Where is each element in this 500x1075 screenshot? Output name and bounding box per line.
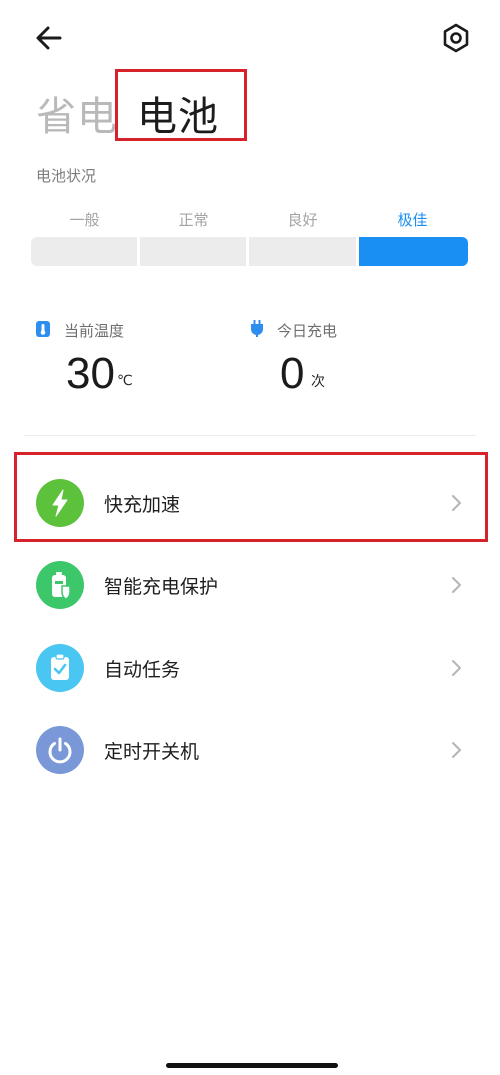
back-arrow-icon [36, 26, 62, 50]
battery-level-segment [249, 237, 356, 266]
temperature-label: 当前温度 [64, 322, 125, 340]
battery-status-label: 电池状况 [36, 167, 97, 185]
battery-level-label: 良好 [287, 211, 318, 229]
settings-button[interactable] [436, 18, 476, 58]
chevron-right-icon [452, 577, 461, 593]
power-icon [36, 726, 84, 774]
temperature-unit: ℃ [117, 373, 133, 389]
home-indicator[interactable] [166, 1063, 338, 1068]
gear-icon [443, 23, 469, 53]
battery-level-label: 正常 [178, 211, 209, 229]
list-item-smart-charge-protection[interactable]: 智能充电保护 [14, 546, 486, 624]
battery-level-label: 一般 [69, 211, 100, 229]
battery-level-segment [31, 237, 137, 266]
list-item-auto-tasks[interactable]: 自动任务 [14, 629, 486, 707]
battery-level-segment-active [359, 237, 468, 266]
list-item-scheduled-power[interactable]: 定时开关机 [14, 711, 486, 789]
clipboard-check-icon [36, 644, 84, 692]
list-item-label: 智能充电保护 [104, 576, 219, 598]
list-item-label: 自动任务 [104, 659, 181, 681]
charges-today-label: 今日充电 [277, 322, 338, 340]
temperature-value: 30 [66, 349, 115, 398]
plug-icon [250, 320, 264, 337]
highlight-box-battery-tab [115, 69, 247, 141]
list-item-label: 定时开关机 [104, 741, 200, 763]
battery-shield-icon [36, 561, 84, 609]
charges-today-value: 0 [280, 349, 305, 398]
section-divider [24, 435, 476, 436]
chevron-right-icon [452, 742, 461, 758]
battery-level-label-active: 极佳 [397, 211, 428, 229]
back-button[interactable] [30, 20, 70, 56]
tab-power-saving[interactable]: 省电 [36, 84, 118, 142]
charges-today-unit: 次 [311, 374, 325, 390]
chevron-right-icon [452, 660, 461, 676]
thermometer-icon [36, 321, 50, 337]
battery-level-segment [140, 237, 246, 266]
highlight-box-fast-charge [14, 452, 488, 542]
